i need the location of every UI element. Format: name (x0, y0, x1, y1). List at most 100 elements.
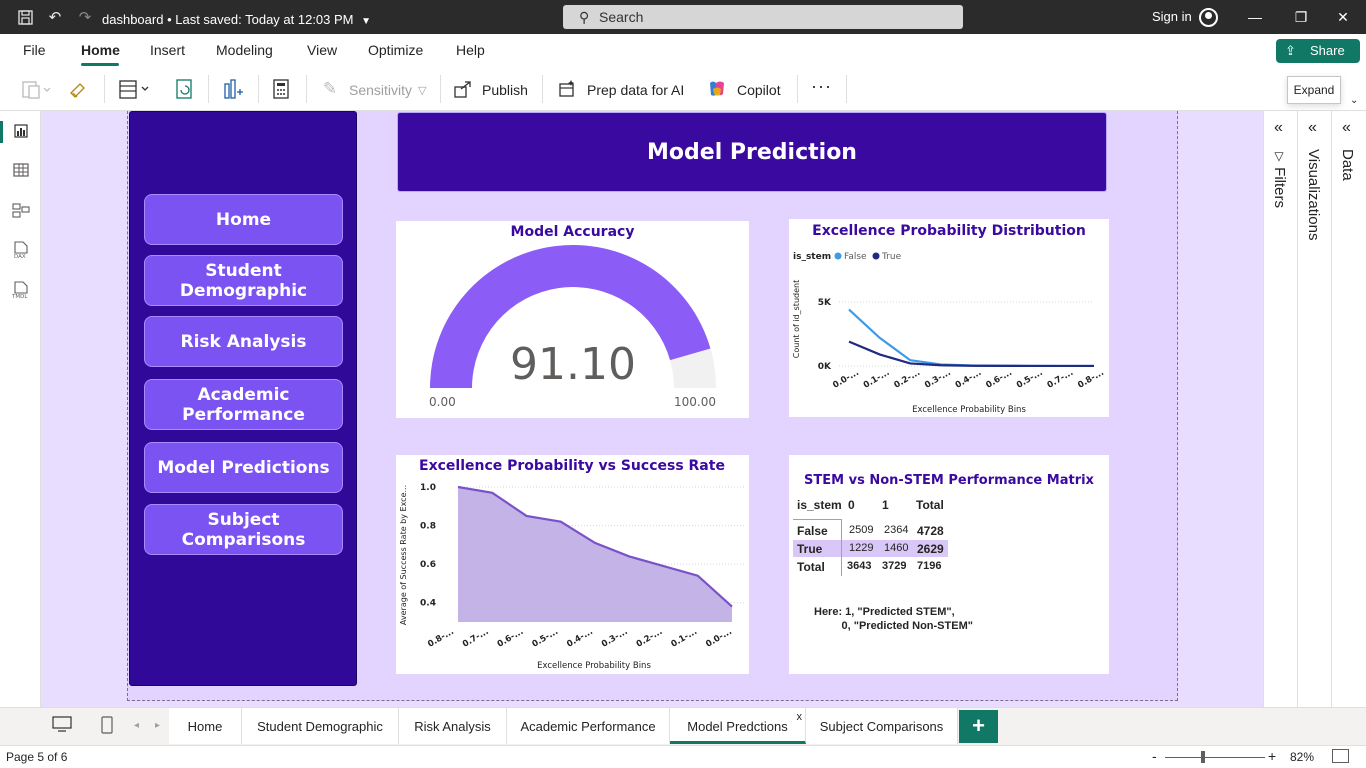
title-bar: ↶ ↷ dashboard • Last saved: Today at 12:… (0, 0, 1366, 34)
y-tick-label: 0.6 (420, 560, 436, 570)
new-visual-icon[interactable] (221, 77, 245, 101)
visualizations-pane-label[interactable]: Visualizations (1305, 149, 1322, 240)
report-view-icon[interactable] (0, 117, 41, 145)
zoom-slider-thumb[interactable] (1201, 751, 1205, 763)
menu-view[interactable]: View (307, 42, 337, 58)
collapse-filters-icon[interactable]: « (1274, 119, 1283, 137)
series-line (848, 308, 1094, 368)
zoom-in-button[interactable]: + (1268, 748, 1276, 764)
table-view-icon[interactable] (0, 156, 41, 184)
nav-button-home[interactable]: Home (144, 194, 343, 245)
tab-model-predctions[interactable]: Model Predctions x (670, 708, 806, 744)
more-options-icon[interactable]: ··· (811, 76, 832, 97)
success-rate-chart-card[interactable]: Excellence Probability vs Success Rate 1.… (396, 455, 749, 674)
matrix-row-label: True (797, 542, 823, 556)
y-tick-label: 0.4 (420, 599, 436, 609)
menu-modeling[interactable]: Modeling (216, 42, 273, 58)
menu-home[interactable]: Home (81, 42, 120, 58)
paste-icon[interactable] (18, 77, 54, 101)
undo-icon[interactable]: ↶ (40, 0, 70, 34)
save-icon[interactable] (10, 0, 40, 34)
filters-pane-label[interactable]: ▽ Filters (1271, 149, 1288, 208)
next-page-icon[interactable]: ▸ (155, 720, 160, 731)
report-canvas: Home Student Demographic Risk Analysis A… (41, 111, 1263, 707)
navigation-panel: Home Student Demographic Risk Analysis A… (129, 111, 357, 686)
zoom-out-button[interactable]: - (1152, 748, 1157, 764)
menu-help[interactable]: Help (456, 42, 485, 58)
tmdl-view-icon[interactable]: TMDL (0, 276, 41, 304)
tab-academic-performance[interactable]: Academic Performance (507, 708, 670, 744)
menu-bar: File Home Insert Modeling View Optimize … (0, 34, 1366, 81)
publish-button[interactable]: Publish (482, 82, 528, 98)
data-pane-label[interactable]: Data (1339, 149, 1356, 181)
tab-label: Model Predctions (687, 719, 788, 734)
matrix-cell-total: 2629 (917, 542, 944, 556)
expand-data-icon[interactable]: « (1342, 119, 1351, 137)
format-painter-icon[interactable] (66, 77, 90, 101)
gauge-card[interactable]: Model Accuracy 91.10 0.00 100.00 (396, 221, 749, 418)
sign-in-link[interactable]: Sign in (1152, 0, 1192, 34)
add-page-button[interactable]: + (959, 710, 998, 743)
nav-button-academic-performance[interactable]: Academic Performance (144, 379, 343, 430)
tab-risk-analysis[interactable]: Risk Analysis (399, 708, 507, 744)
nav-button-model-predictions[interactable]: Model Predictions (144, 442, 343, 493)
expand-visualizations-icon[interactable]: « (1308, 119, 1317, 137)
chevron-down-icon[interactable]: ▼ (361, 16, 371, 27)
tab-student-demographic[interactable]: Student Demographic (242, 708, 399, 744)
desktop-layout-icon[interactable] (52, 716, 72, 735)
prep-data-button[interactable]: Prep data for AI (587, 82, 684, 98)
sensitivity-icon: ✎ (322, 79, 338, 98)
tab-home[interactable]: Home (169, 708, 242, 744)
fit-to-page-icon[interactable] (1332, 749, 1349, 763)
menu-file[interactable]: File (23, 42, 46, 58)
menu-optimize[interactable]: Optimize (368, 42, 423, 58)
matrix-cell-total: 4728 (917, 524, 944, 538)
matrix-header-is-stem: is_stem (797, 498, 842, 512)
prev-page-icon[interactable]: ◂ (134, 720, 139, 731)
prep-data-icon[interactable] (556, 77, 578, 101)
copilot-icon[interactable] (705, 77, 729, 101)
ribbon-separator (440, 75, 441, 103)
close-tab-icon[interactable]: x (797, 698, 803, 736)
copilot-button[interactable]: Copilot (737, 82, 781, 98)
restore-icon[interactable]: ❐ (1278, 0, 1324, 34)
x-tick-label: 0.1-... (862, 368, 891, 391)
file-title[interactable]: dashboard • Last saved: Today at 12:03 P… (102, 0, 371, 34)
search-placeholder: Search (599, 9, 644, 25)
dax-query-view-icon[interactable]: DAX (0, 236, 41, 264)
menu-insert[interactable]: Insert (150, 42, 185, 58)
calculator-icon[interactable] (270, 77, 292, 101)
matrix-card[interactable]: STEM vs Non-STEM Performance Matrix is_s… (789, 455, 1109, 674)
distribution-chart-card[interactable]: Excellence Probability Distribution is_st… (789, 219, 1109, 417)
tab-subject-comparisons[interactable]: Subject Comparisons (806, 708, 958, 744)
side-panes: « « « ▽ Filters Visualizations Data (1263, 111, 1366, 707)
x-tick-label: 0.3-... (600, 627, 629, 650)
matrix-cell: 2364 (884, 524, 909, 536)
search-input[interactable]: ⚲ Search (563, 5, 963, 29)
refresh-icon[interactable] (173, 77, 197, 101)
saved-status: • Last saved: Today at 12:03 PM (167, 12, 354, 27)
legend-title: is_stem (793, 252, 831, 262)
status-bar: Page 5 of 6 - + 82% (0, 745, 1366, 768)
minimize-icon[interactable]: — (1232, 0, 1278, 34)
zoom-slider[interactable] (1165, 757, 1265, 758)
avatar-icon[interactable] (1199, 8, 1218, 27)
nav-button-subject-comparisons[interactable]: Subject Comparisons (144, 504, 343, 555)
nav-button-risk-analysis[interactable]: Risk Analysis (144, 316, 343, 367)
page-tabs-bar: ◂ ▸ Home Student Demographic Risk Analys… (0, 707, 1366, 745)
model-view-icon[interactable] (0, 196, 41, 224)
share-label: Share (1310, 43, 1345, 58)
pane-divider (1331, 111, 1332, 707)
chevron-down-icon[interactable]: ⌄ (1350, 95, 1358, 106)
share-icon: ⇪ (1285, 43, 1296, 58)
ribbon-separator (306, 75, 307, 103)
share-button[interactable]: ⇪ Share ▼ (1276, 39, 1360, 81)
close-icon[interactable]: ✕ (1320, 0, 1366, 34)
pane-divider (1297, 111, 1298, 707)
redo-icon[interactable]: ↷ (70, 0, 100, 34)
get-data-icon[interactable] (116, 77, 152, 101)
mobile-layout-icon[interactable] (101, 716, 113, 737)
nav-button-student-demographic[interactable]: Student Demographic (144, 255, 343, 306)
filters-label: Filters (1271, 167, 1288, 209)
publish-icon[interactable] (452, 77, 474, 101)
